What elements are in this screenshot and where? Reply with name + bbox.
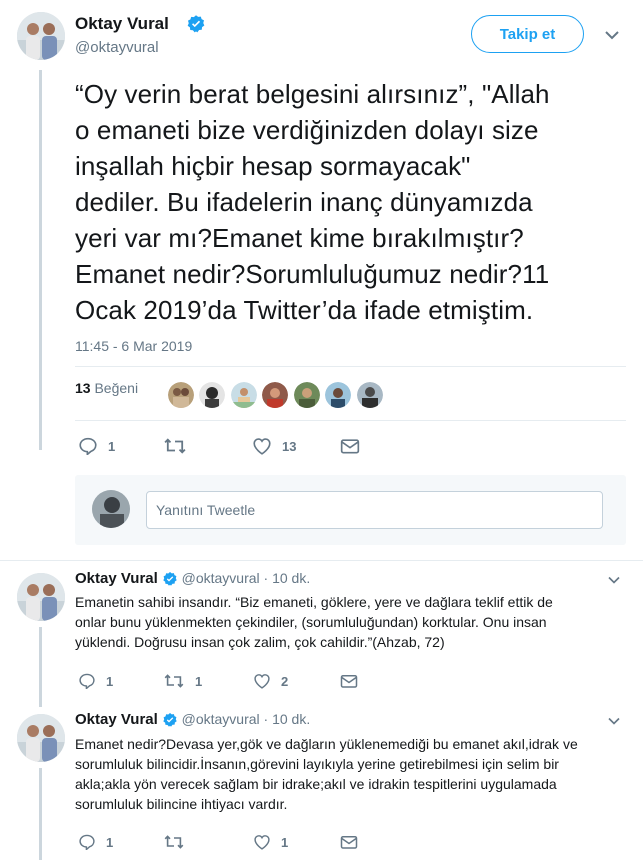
reply-author-name[interactable]: Oktay Vural — [75, 570, 158, 587]
chevron-down-icon[interactable] — [607, 716, 621, 726]
like-action[interactable]: 2 — [253, 673, 288, 689]
retweet-icon — [164, 835, 184, 849]
reply-text-line: sorumluluk bilincine ihtiyacı vardır. — [75, 796, 288, 812]
thread-line — [39, 768, 42, 860]
liker-avatar[interactable] — [357, 382, 383, 408]
reply-action[interactable]: 1 — [78, 834, 113, 850]
tweet-text-line: o emaneti bize verdiğinizden dolayı size — [75, 115, 539, 145]
likes-count-row[interactable]: 13 Beğeni — [75, 380, 138, 396]
tweet-timestamp[interactable]: 11:45 - 6 Mar 2019 — [75, 338, 192, 354]
reply-text-line: Emanet nedir?Devasa yer,gök ve dağların … — [75, 736, 578, 752]
thread-line — [39, 70, 42, 450]
user-avatar[interactable] — [92, 490, 130, 528]
reply-author-handle[interactable]: @oktayvural — [182, 711, 260, 727]
dm-action[interactable] — [340, 673, 358, 689]
reply-time[interactable]: · 10 dk. — [264, 711, 311, 727]
reply-text-line: sorumluluk bilincidir.İnsanın,görevini l… — [75, 756, 559, 772]
like-count: 13 — [282, 438, 297, 454]
reply-author-name[interactable]: Oktay Vural — [75, 711, 158, 728]
reply-time[interactable]: · 10 dk. — [264, 570, 311, 586]
likes-count: 13 — [75, 380, 91, 396]
tweet-text-line: yeri var mı?Emanet kime bırakılmıştır? — [75, 223, 524, 253]
retweet-count: 1 — [195, 673, 203, 689]
reply-icon — [79, 437, 97, 455]
tweet-text-line: Emanet nedir?Sorumluluğumuz nedir?11 — [75, 259, 550, 289]
reply-icon — [79, 834, 95, 850]
reply-count: 1 — [108, 438, 116, 454]
verified-badge-icon — [163, 572, 177, 586]
chevron-down-icon[interactable] — [604, 29, 620, 41]
reply-action[interactable]: 1 — [78, 437, 115, 455]
liker-avatar[interactable] — [325, 382, 351, 408]
divider — [75, 420, 626, 421]
reply-action[interactable]: 1 — [78, 673, 113, 689]
like-action[interactable]: 1 — [253, 834, 288, 850]
reply-header: Oktay Vural @oktayvural · 10 dk. — [75, 570, 310, 587]
liker-avatar[interactable] — [231, 382, 257, 408]
direct-message-icon — [340, 675, 358, 688]
verified-badge-icon — [163, 713, 177, 727]
thread-line — [39, 627, 42, 707]
heart-icon — [253, 438, 271, 455]
author-avatar[interactable] — [17, 12, 65, 60]
heart-icon — [254, 835, 270, 850]
dm-action[interactable] — [340, 437, 360, 455]
reply-text-line: yüklendi. Doğrusu insan çok zalim, çok c… — [75, 634, 445, 650]
retweet-action[interactable]: 1 — [163, 673, 202, 689]
heart-icon — [254, 674, 270, 689]
tweet-text-line: Ocak 2019’da Twitter’da ifade etmiştim. — [75, 295, 534, 325]
reply-author-avatar[interactable] — [17, 714, 65, 762]
reply-author-avatar[interactable] — [17, 573, 65, 621]
reply-text-line: akla;akla yön verecek sağlam bir idrake;… — [75, 776, 557, 792]
dm-action[interactable] — [340, 834, 358, 850]
reply-text: Emanetin sahibi insandır. “Biz emaneti, … — [75, 592, 620, 652]
divider — [75, 366, 626, 367]
like-count: 2 — [281, 673, 289, 689]
chevron-down-icon[interactable] — [607, 575, 621, 585]
tweet-text-line: “Oy verin berat belgesini alırsınız”, "A… — [75, 79, 550, 109]
retweet-action[interactable] — [163, 437, 197, 455]
verified-badge-icon — [187, 15, 205, 33]
liker-avatar[interactable] — [294, 382, 320, 408]
retweet-icon — [164, 438, 186, 454]
reply-icon — [79, 673, 95, 689]
direct-message-icon — [340, 836, 358, 849]
liker-avatar[interactable] — [199, 382, 225, 408]
retweet-icon — [164, 674, 184, 688]
like-action[interactable]: 13 — [252, 437, 296, 455]
retweet-action[interactable] — [163, 834, 195, 850]
author-handle[interactable]: @oktayvural — [75, 39, 159, 56]
reply-input[interactable]: Yanıtını Tweetle — [146, 491, 603, 529]
reply-author-handle[interactable]: @oktayvural — [182, 570, 260, 586]
tweet-text-line: inşallah hiçbir hesap sormayacak" — [75, 151, 471, 181]
reply-header: Oktay Vural @oktayvural · 10 dk. — [75, 711, 310, 728]
follow-button[interactable]: Takip et — [471, 15, 584, 53]
liker-avatar[interactable] — [168, 382, 194, 408]
author-name[interactable]: Oktay Vural — [75, 14, 169, 34]
tweet-text-line: dediler. Bu ifadelerin inanç dünyamızda — [75, 187, 533, 217]
reply-text-line: onlar bunu yüklenmekten çekindiler, (sor… — [75, 614, 547, 630]
like-count: 1 — [281, 834, 289, 850]
reply-text: Emanet nedir?Devasa yer,gök ve dağların … — [75, 734, 620, 814]
direct-message-icon — [340, 439, 360, 454]
liker-avatar[interactable] — [262, 382, 288, 408]
divider — [0, 560, 643, 561]
reply-count: 1 — [106, 673, 114, 689]
reply-text-line: Emanetin sahibi insandır. “Biz emaneti, … — [75, 594, 553, 610]
reply-count: 1 — [106, 834, 114, 850]
tweet-text: “Oy verin berat belgesini alırsınız”, "A… — [75, 76, 625, 328]
likes-label: Beğeni — [94, 380, 139, 396]
